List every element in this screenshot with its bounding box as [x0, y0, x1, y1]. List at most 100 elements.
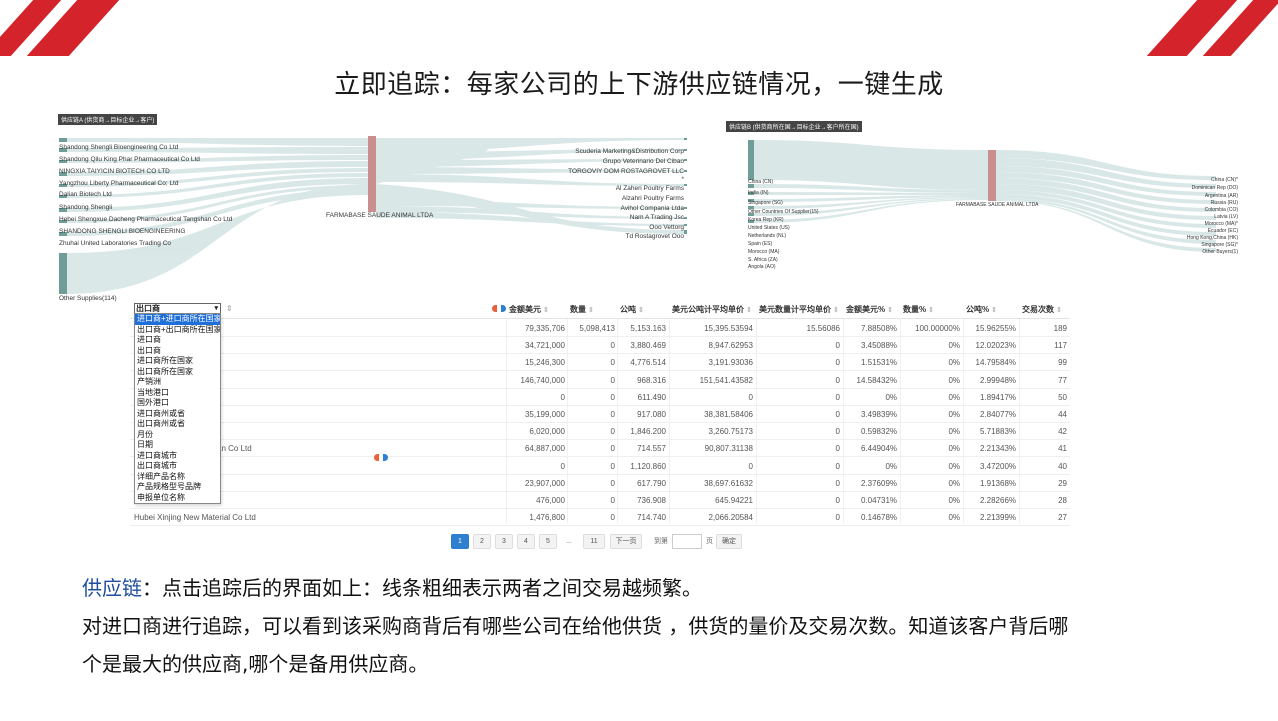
table-cell: 151,541.43582: [699, 375, 753, 385]
table-cell: 23,907,000: [524, 478, 565, 488]
table-cell: 0%: [948, 461, 960, 471]
table-cell: 2.37609%: [860, 478, 897, 488]
table-cell: 0%: [948, 444, 960, 454]
col-header[interactable]: 美元数量计平均单价 ⇕: [759, 304, 839, 315]
dropdown-option[interactable]: 进口商城市: [135, 451, 220, 462]
dropdown-option[interactable]: 月份: [135, 430, 220, 441]
table-cell: 7.88508%: [860, 324, 897, 333]
table-cell: 2.99948%: [979, 375, 1016, 385]
sankey-right-destination: Singapore (SG)*: [1201, 242, 1238, 248]
chevron-down-icon: ▾: [214, 305, 218, 312]
pagination: 1 2 3 4 5 ... 11 下一页 到第 页 确定: [451, 534, 751, 549]
table-cell: 0: [835, 375, 840, 385]
table-row[interactable]: H CO LTD146,740,0000968.316151,541.43582…: [130, 372, 1070, 389]
dropdown-option[interactable]: 出口商州或省: [135, 419, 220, 430]
next-page-button[interactable]: 下一页: [610, 534, 642, 549]
dropdown-option[interactable]: 出口商城市: [135, 461, 220, 472]
table-cell: 146,740,000: [520, 375, 566, 385]
col-header[interactable]: 公吨 ⇕: [620, 304, 644, 315]
table-cell: 0.59832%: [860, 427, 897, 437]
table-row[interactable]: eutical Co; Ltd00611.490000%0%1.89417%50: [130, 389, 1070, 406]
col-header[interactable]: 数量% ⇕: [903, 304, 934, 315]
dropdown-option[interactable]: 日期: [135, 440, 220, 451]
table-cell: 3.49839%: [860, 410, 897, 419]
confirm-button[interactable]: 确定: [716, 534, 742, 549]
table-cell: 0: [835, 410, 840, 419]
dropdown-option[interactable]: 出口商所在国家: [135, 367, 220, 378]
caption-line-2: 对进口商进行追踪，可以看到该采购商背后有哪些公司在给他供货 ，供货的量价及交易次…: [82, 614, 1069, 638]
sankey-right-destination: Russia (RU): [1210, 200, 1238, 206]
col-header[interactable]: 交易次数 ⇕: [1022, 304, 1062, 315]
sankey-left-customer: Avihol Compania Ltda: [620, 205, 684, 212]
table-cell: 14.58432%: [856, 375, 897, 385]
table-cell: 0: [835, 341, 840, 351]
dropdown-option[interactable]: 国外港口: [135, 398, 220, 409]
table-row[interactable]: 35,199,000 0 917.080 38,381.58406 0 3.49839% 0…: [130, 406, 1070, 423]
col-header[interactable]: 数量 ⇕: [570, 304, 594, 315]
table-cell: 0: [610, 341, 615, 351]
slide-title: 立即追踪：每家公司的上下游供应链情况，一键生成: [334, 70, 944, 100]
sankey-right-destination: Hong Kong,China (HK): [1186, 235, 1238, 241]
dropdown-option[interactable]: 产品规格型号品牌: [135, 482, 220, 493]
page-button[interactable]: 2: [473, 534, 491, 549]
table-cell: 5,153.163: [630, 324, 666, 333]
sankey-right: 供应链B (供货商所在国→目标企业→客户所在国) China (CN) Indi…: [726, 120, 1246, 270]
table-row[interactable]: Pharmaceutical Tangshan Co Ltd64,887,000…: [130, 440, 1070, 458]
dropdown-option[interactable]: 产销洲: [135, 377, 220, 388]
goto-page-input[interactable]: [672, 534, 702, 549]
sankey-right-destination: Morocco (MA)*: [1204, 221, 1238, 227]
page-button[interactable]: 3: [495, 534, 513, 549]
table-cell: 0: [610, 513, 615, 523]
company-name-cell[interactable]: Hubei Xinjing New Material Co Ltd: [134, 513, 256, 522]
dropdown-option[interactable]: 进口商+进口商所在国家: [135, 314, 220, 325]
sort-icon[interactable]: ⇕: [226, 304, 233, 313]
col-header[interactable]: 金额美元 ⇕: [509, 304, 549, 315]
dropdown-option[interactable]: 当地港口: [135, 388, 220, 399]
table-cell: 0%: [948, 496, 960, 505]
table-row[interactable]: s Co Ltd476,0000736.908645.9422100.04731…: [130, 492, 1070, 509]
sankey-left-flows: [59, 136, 687, 294]
table-row[interactable]: ENGINEERING001,120.860000%0%3.47200%40: [130, 458, 1070, 475]
page-button[interactable]: 4: [517, 534, 535, 549]
table-cell: 0.04731%: [860, 496, 897, 505]
table-cell: 79,335,706: [524, 324, 565, 333]
table-cell: 0%: [948, 513, 960, 523]
table-row[interactable]: Pharmaceutical Co Ltd15,246,30004,776.51…: [130, 354, 1070, 372]
table-row[interactable]: Hubei Xinjing New Material Co Ltd 1,476,8…: [130, 509, 1070, 527]
table-cell: 0: [835, 392, 840, 402]
table-row[interactable]: 79,335,706 5,098,413 5,153.163 15,395.53594…: [130, 320, 1070, 337]
page-button[interactable]: 1: [451, 534, 469, 549]
table-cell: 0%: [948, 427, 960, 437]
page-button[interactable]: 5: [539, 534, 557, 549]
dropdown-option[interactable]: 详细产品名称: [135, 472, 220, 483]
dropdown-option[interactable]: 申报单位名称: [135, 493, 220, 504]
table-cell: 611.490: [637, 392, 666, 402]
dropdown-option[interactable]: 进口商州或省: [135, 409, 220, 420]
table-row[interactable]: ineering Co Ltd34,721,00003,880.4698,947…: [130, 337, 1070, 355]
sankey-right-origin: Morocco (MA): [748, 249, 780, 255]
table-cell: 35,199,000: [524, 410, 565, 419]
table-cell: 0%: [948, 375, 960, 385]
dropdown-option[interactable]: 出口商+出口商所在国家: [135, 325, 220, 336]
table-cell: 77: [1058, 375, 1067, 385]
page-button-last[interactable]: 11: [583, 534, 605, 549]
col-header[interactable]: 金额美元% ⇕: [846, 304, 893, 315]
dropdown-option[interactable]: 进口商所在国家: [135, 356, 220, 367]
table-row[interactable]: 6,020,000 0 1,846.200 3,260.75173 0 0.59832% 0…: [130, 423, 1070, 441]
dropdown-option[interactable]: 出口商: [135, 346, 220, 357]
table-header: 出口商 ▾ ⇕ 金额美元 ⇕ 数量 ⇕ 公吨 ⇕ 美元公吨计平均单价 ⇕ 美元数量计平均…: [130, 297, 1070, 319]
table-row[interactable]: s Trading Co23,907,0000617.79038,697.616…: [130, 475, 1070, 492]
group-by-dropdown[interactable]: 进口商+进口商所在国家 出口商+出口商所在国家 进口商 出口商 进口商所在国家 出口商所在…: [134, 313, 221, 504]
col-header[interactable]: 美元公吨计平均单价 ⇕: [672, 304, 752, 315]
col-header[interactable]: 公吨% ⇕: [966, 304, 997, 315]
table-cell: 0: [610, 444, 615, 454]
table-cell: 2.84077%: [979, 410, 1016, 419]
table-cell: 0: [610, 392, 615, 402]
sankey-left-supplier: Shandong Shengli Bioengineering Co Ltd: [59, 144, 179, 151]
table-cell: 0: [748, 392, 753, 402]
table-cell: 15.96255%: [975, 324, 1016, 333]
table-cell: 1,120.860: [630, 461, 666, 471]
dropdown-option[interactable]: 进口商: [135, 335, 220, 346]
legend-pill-icon: [492, 305, 506, 312]
sankey-right-destination: Other Buyers(1): [1202, 249, 1238, 255]
